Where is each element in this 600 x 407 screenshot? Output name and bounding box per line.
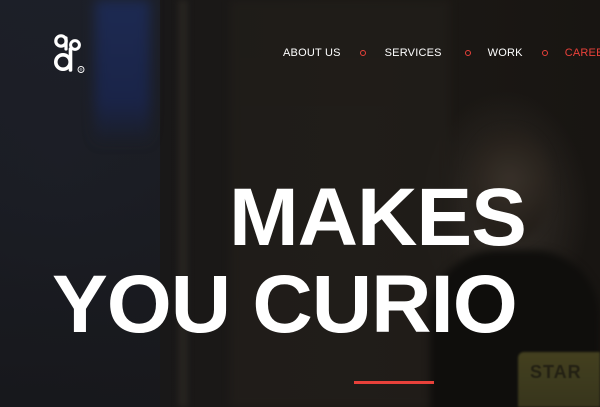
nav-item-about-us[interactable]: ABOUT US [283, 47, 341, 59]
nav-item-services[interactable]: SERVICES [385, 47, 442, 59]
background-blue-object [95, 0, 150, 145]
circle-dot-icon [464, 50, 471, 56]
background-shirt-text: STAR [530, 362, 582, 382]
accent-underline [354, 381, 434, 384]
hero-section: STAR ® ABOUT US SERVICES WORK CAREERS MA… [0, 0, 600, 407]
nav-item-work[interactable]: WORK [488, 47, 523, 59]
background-door-frame [178, 0, 188, 407]
registered-mark: ® [80, 67, 83, 72]
brand-logo[interactable]: ® [50, 33, 90, 75]
nav-item-careers[interactable]: CAREERS [565, 47, 600, 59]
circle-dot-icon [359, 50, 366, 56]
background-person-head [470, 130, 550, 240]
main-navigation: ABOUT US SERVICES WORK CAREERS [283, 45, 600, 61]
brand-logo-icon: ® [54, 34, 85, 73]
background-door [230, 0, 450, 407]
circle-dot-icon [541, 50, 548, 56]
